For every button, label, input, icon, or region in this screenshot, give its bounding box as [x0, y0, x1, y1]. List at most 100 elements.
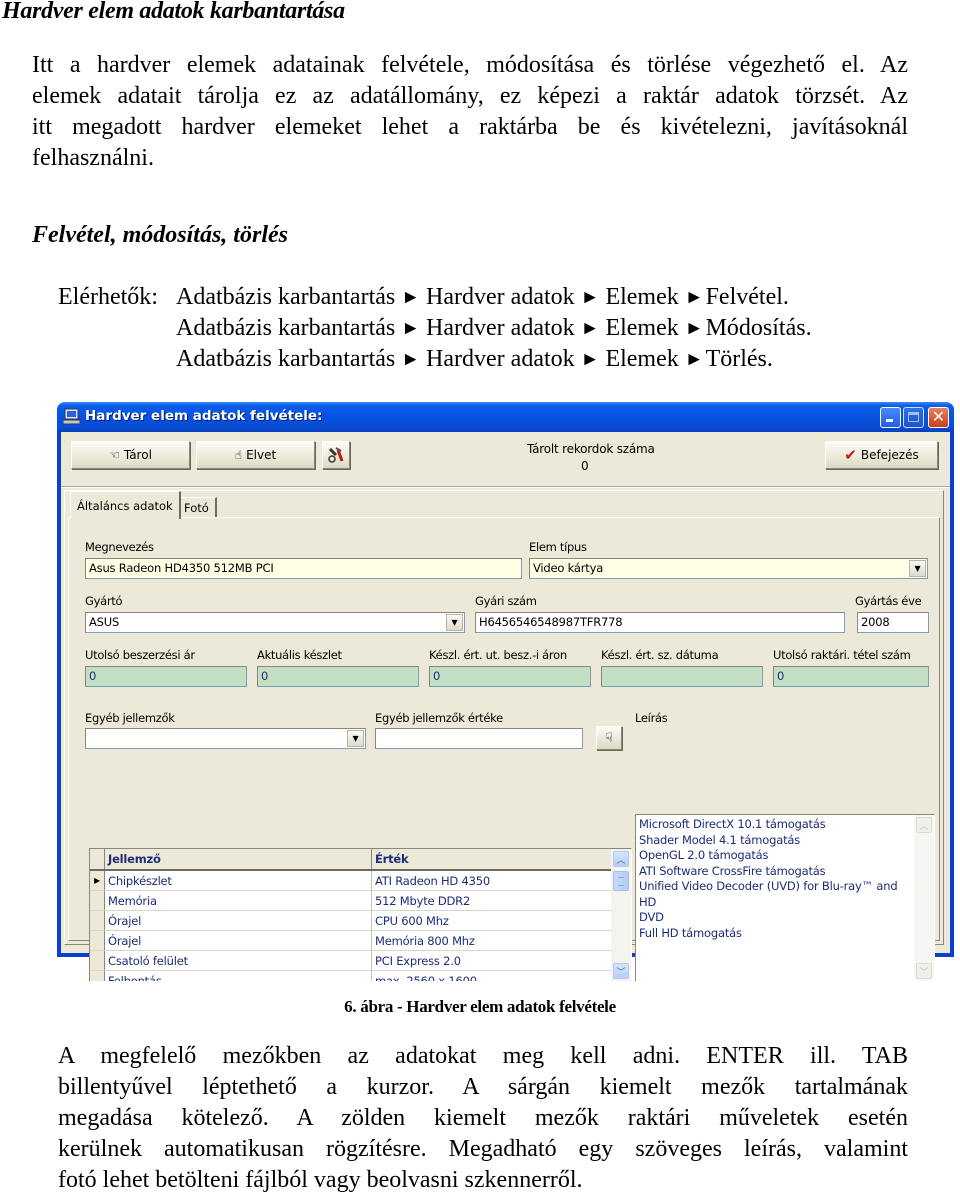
cell-property[interactable]: Felbontás: [105, 971, 372, 981]
raised-hand-icon: ☝: [234, 448, 243, 462]
path-step: Adatbázis karbantartás: [176, 315, 396, 341]
toolbar-separator: [61, 486, 950, 488]
close-button[interactable]: ✕: [928, 407, 949, 428]
cell-value[interactable]: PCI Express 2.0: [372, 951, 611, 970]
description-line: Shader Model 4.1 támogatás: [639, 832, 801, 847]
pointing-hand-icon: ☜: [109, 448, 120, 462]
column-header-property[interactable]: Jellemző: [105, 849, 372, 869]
stock-input[interactable]: 0: [257, 666, 419, 687]
stored-records-label: Tárolt rekordok száma: [527, 442, 655, 456]
intro-line: itt megadott hardver elemeket lehet a ra…: [32, 114, 908, 140]
path-step: Hardver adatok: [426, 346, 575, 372]
outro-line: fotó lehet betölteni fájlból vagy beolva…: [58, 1167, 583, 1193]
table-row[interactable]: Memória 512 Mbyte DDR2: [90, 891, 611, 911]
arrow-right-icon: ►: [401, 318, 421, 339]
table-row[interactable]: ▶ Chipkészlet ATI Radeon HD 4350: [90, 871, 611, 891]
arrow-right-icon: ►: [684, 287, 704, 308]
tools-icon: [328, 447, 344, 463]
intro-paragraph: Itt a hardver elemek adatainak felvétele…: [32, 50, 908, 174]
other-props-select[interactable]: ▼: [85, 728, 366, 749]
manufacturer-select[interactable]: ASUS ▼: [85, 612, 465, 633]
menu-path: Adatbázis karbantartás ► Hardver adatok …: [58, 313, 812, 344]
serial-input[interactable]: H6456546548987TFR778: [475, 612, 845, 633]
scroll-up-icon[interactable]: ︿: [613, 851, 629, 867]
stored-records-count: 0: [581, 459, 589, 473]
paths-prefix: Elérhetők:: [58, 284, 158, 310]
row-indicator-icon: ▶: [90, 871, 105, 890]
scroll-down-icon[interactable]: ﹀: [916, 963, 932, 979]
manufacturer-value: ASUS: [89, 615, 120, 629]
chevron-down-icon[interactable]: ▼: [446, 614, 463, 631]
chevron-down-icon[interactable]: ▼: [347, 730, 364, 747]
column-header-value[interactable]: Érték: [372, 849, 611, 869]
item-type-select[interactable]: Video kártya ▼: [529, 558, 928, 579]
scroll-thumb[interactable]: [613, 871, 629, 891]
outro-line: megadása kötelező. A zölden kiemelt mező…: [58, 1105, 908, 1131]
stock-date-input[interactable]: [601, 666, 763, 687]
path-step: Adatbázis karbantartás: [176, 346, 396, 372]
path-step: Törlés.: [705, 346, 773, 372]
year-input[interactable]: 2008: [857, 612, 929, 633]
tools-button[interactable]: [322, 441, 350, 469]
table-row[interactable]: Felbontás max. 2560 x 1600: [90, 971, 611, 982]
last-price-input[interactable]: 0: [85, 666, 247, 687]
cell-value[interactable]: CPU 600 Mhz: [372, 911, 611, 930]
arrow-right-icon: ►: [580, 349, 600, 370]
cell-value[interactable]: Memória 800 Mhz: [372, 931, 611, 950]
grid-scrollbar[interactable]: ︿ ﹀: [611, 849, 631, 981]
description-textarea[interactable]: Microsoft DirectX 10.1 támogatás Shader …: [635, 814, 935, 982]
path-step: Elemek: [605, 284, 679, 310]
minimize-button[interactable]: [880, 407, 901, 428]
tab-general-data[interactable]: Általáncs adatok: [70, 491, 181, 519]
other-value-label: Egyéb jellemzők értéke: [375, 711, 503, 725]
cell-value[interactable]: 512 Mbyte DDR2: [372, 891, 611, 910]
table-row[interactable]: Csatoló felület PCI Express 2.0: [90, 951, 611, 971]
maximize-button[interactable]: [903, 407, 924, 428]
arrow-right-icon: ►: [684, 318, 704, 339]
name-label: Megnevezés: [85, 540, 154, 554]
table-row[interactable]: Órajel Memória 800 Mhz: [90, 931, 611, 951]
description-scrollbar[interactable]: ︿ ﹀: [914, 815, 934, 981]
cell-property[interactable]: Órajel: [105, 911, 372, 930]
checkmark-icon: ✔: [844, 446, 857, 464]
store-button-label: Tárol: [123, 448, 152, 462]
description-line: ATI Software CrossFire támogatás: [639, 863, 826, 878]
cell-property[interactable]: Chipkészlet: [105, 871, 372, 890]
discard-button-label: Elvet: [246, 448, 277, 462]
description-label: Leírás: [635, 711, 668, 725]
other-value-input[interactable]: [375, 728, 583, 749]
last-item-input[interactable]: 0: [773, 666, 929, 687]
table-row[interactable]: Órajel CPU 600 Mhz: [90, 911, 611, 931]
scroll-down-icon[interactable]: ﹀: [613, 963, 629, 979]
outro-line: billentyűvel léptethető a kurzor. A sárg…: [58, 1074, 908, 1100]
window-client-area: ☜ Tárol ☝ Elvet Tárolt rekordok száma 0 …: [61, 432, 950, 982]
description-line: OpenGL 2.0 támogatás: [639, 848, 769, 862]
discard-button[interactable]: ☝ Elvet: [196, 441, 315, 469]
intro-line: felhasználni.: [32, 145, 154, 171]
document-title: Hardver elem adatok karbantartása: [2, 0, 345, 24]
tab-photo[interactable]: Fotó: [177, 497, 217, 518]
chevron-down-icon[interactable]: ▼: [909, 560, 926, 577]
add-property-button[interactable]: ☟: [596, 726, 622, 750]
computer-icon: [63, 408, 81, 425]
description-text[interactable]: Microsoft DirectX 10.1 támogatás Shader …: [639, 817, 912, 941]
store-button[interactable]: ☜ Tárol: [71, 441, 190, 469]
cell-value[interactable]: ATI Radeon HD 4350: [372, 871, 611, 890]
intro-line: Itt a hardver elemek adatainak felvétele…: [32, 52, 908, 78]
cell-value[interactable]: max. 2560 x 1600: [372, 971, 611, 982]
cell-property[interactable]: Órajel: [105, 931, 372, 950]
scroll-up-icon[interactable]: ︿: [916, 817, 932, 833]
grid-header: Jellemző Érték: [90, 849, 611, 871]
cell-property[interactable]: Csatoló felület: [105, 951, 372, 970]
stock-value-input[interactable]: 0: [429, 666, 591, 687]
path-step: Hardver adatok: [426, 284, 575, 310]
cell-property[interactable]: Memória: [105, 891, 372, 910]
year-label: Gyártás éve: [855, 594, 922, 608]
name-input[interactable]: Asus Radeon HD4350 512MB PCI: [85, 558, 522, 579]
section-title: Felvétel, módosítás, törlés: [32, 222, 288, 248]
description-line: Unified Video Decoder (UVD) for Blu-ray™…: [639, 879, 898, 909]
other-props-label: Egyéb jellemzők: [85, 711, 175, 725]
window-titlebar[interactable]: Hardver elem adatok felvétele: ✕: [57, 402, 954, 432]
arrow-right-icon: ►: [684, 349, 704, 370]
finish-button[interactable]: ✔ Befejezés: [825, 441, 938, 469]
